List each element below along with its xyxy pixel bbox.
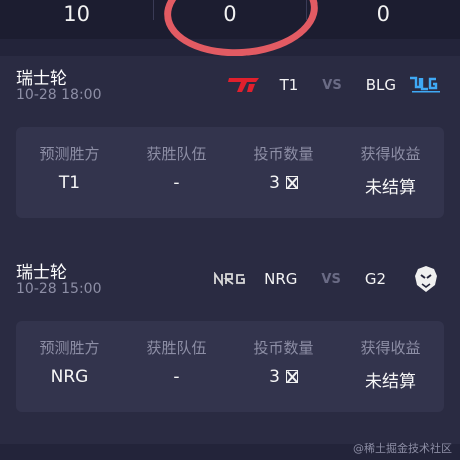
column-value-wrap: 3 xyxy=(230,173,337,193)
prediction-panel: 预测胜方 T1 获胜队伍 - 投币数量 3 获得收益 未结算 xyxy=(16,127,444,218)
team-right-name: G2 xyxy=(364,270,386,288)
coin-icon xyxy=(285,176,298,189)
prediction-column: 投币数量 3 xyxy=(230,127,337,218)
column-value-wrap: 3 xyxy=(230,367,337,387)
column-header: 投币数量 xyxy=(253,339,314,357)
coin-count: 3 xyxy=(269,173,280,193)
stat-value: 0 xyxy=(376,1,390,26)
nrg-logo-icon xyxy=(214,268,250,290)
column-header: 获得收益 xyxy=(360,145,421,163)
team-left-name: NRG xyxy=(264,270,298,288)
column-value: - xyxy=(173,173,180,193)
match-time: 10-28 15:00 xyxy=(16,281,102,297)
column-header: 投币数量 xyxy=(253,145,314,163)
team-left-name: T1 xyxy=(279,76,299,94)
stat-divider xyxy=(153,0,154,20)
column-header: 预测胜方 xyxy=(39,339,100,357)
prediction-column: 获得收益 未结算 xyxy=(337,321,444,412)
coin-icon xyxy=(285,370,298,383)
prediction-column: 投币数量 3 xyxy=(230,321,337,412)
column-header: 预测胜方 xyxy=(39,145,100,163)
match-round-title: 瑞士轮 xyxy=(16,263,67,283)
prediction-column: 预测胜方 NRG xyxy=(16,321,123,412)
blg-logo-icon xyxy=(408,74,444,96)
stat-value: 10 xyxy=(63,1,91,26)
g2-logo-icon xyxy=(408,266,444,292)
prediction-column: 获得收益 未结算 xyxy=(337,127,444,218)
column-value: 未结算 xyxy=(365,372,416,392)
vs-label: VS xyxy=(322,77,342,93)
coin-count: 3 xyxy=(269,367,280,387)
column-header: 获得收益 xyxy=(360,339,421,357)
team-row: NRG VS G2 xyxy=(214,266,444,292)
prediction-column: 获胜队伍 - xyxy=(123,321,230,412)
column-value: - xyxy=(173,367,180,387)
prediction-panel: 预测胜方 NRG 获胜队伍 - 投币数量 3 获得收益 未结算 xyxy=(16,321,444,412)
team-row: T1 VS BLG xyxy=(226,72,444,98)
match-round-title: 瑞士轮 xyxy=(16,69,67,89)
watermark: @稀土掘金技术社区 xyxy=(353,442,452,455)
vs-label: VS xyxy=(321,271,341,287)
match-time: 10-28 18:00 xyxy=(16,87,102,103)
column-header: 获胜队伍 xyxy=(146,339,207,357)
prediction-column: 获胜队伍 - xyxy=(123,127,230,218)
column-value: T1 xyxy=(58,173,81,193)
column-header: 获胜队伍 xyxy=(146,145,207,163)
match-card[interactable]: 瑞士轮 10-28 18:00 T1 VS BLG 预测胜方 T1 获胜队伍 - xyxy=(0,56,460,250)
prediction-column: 预测胜方 T1 xyxy=(16,127,123,218)
t1-logo-icon xyxy=(226,74,262,96)
column-value: NRG xyxy=(50,367,89,387)
column-value: 未结算 xyxy=(365,178,416,198)
match-card[interactable]: 瑞士轮 10-28 15:00 NRG VS G2 预测胜方 NRG 获胜队伍 … xyxy=(0,250,460,444)
team-right-name: BLG xyxy=(365,76,396,94)
red-circle-annotation xyxy=(161,0,321,62)
